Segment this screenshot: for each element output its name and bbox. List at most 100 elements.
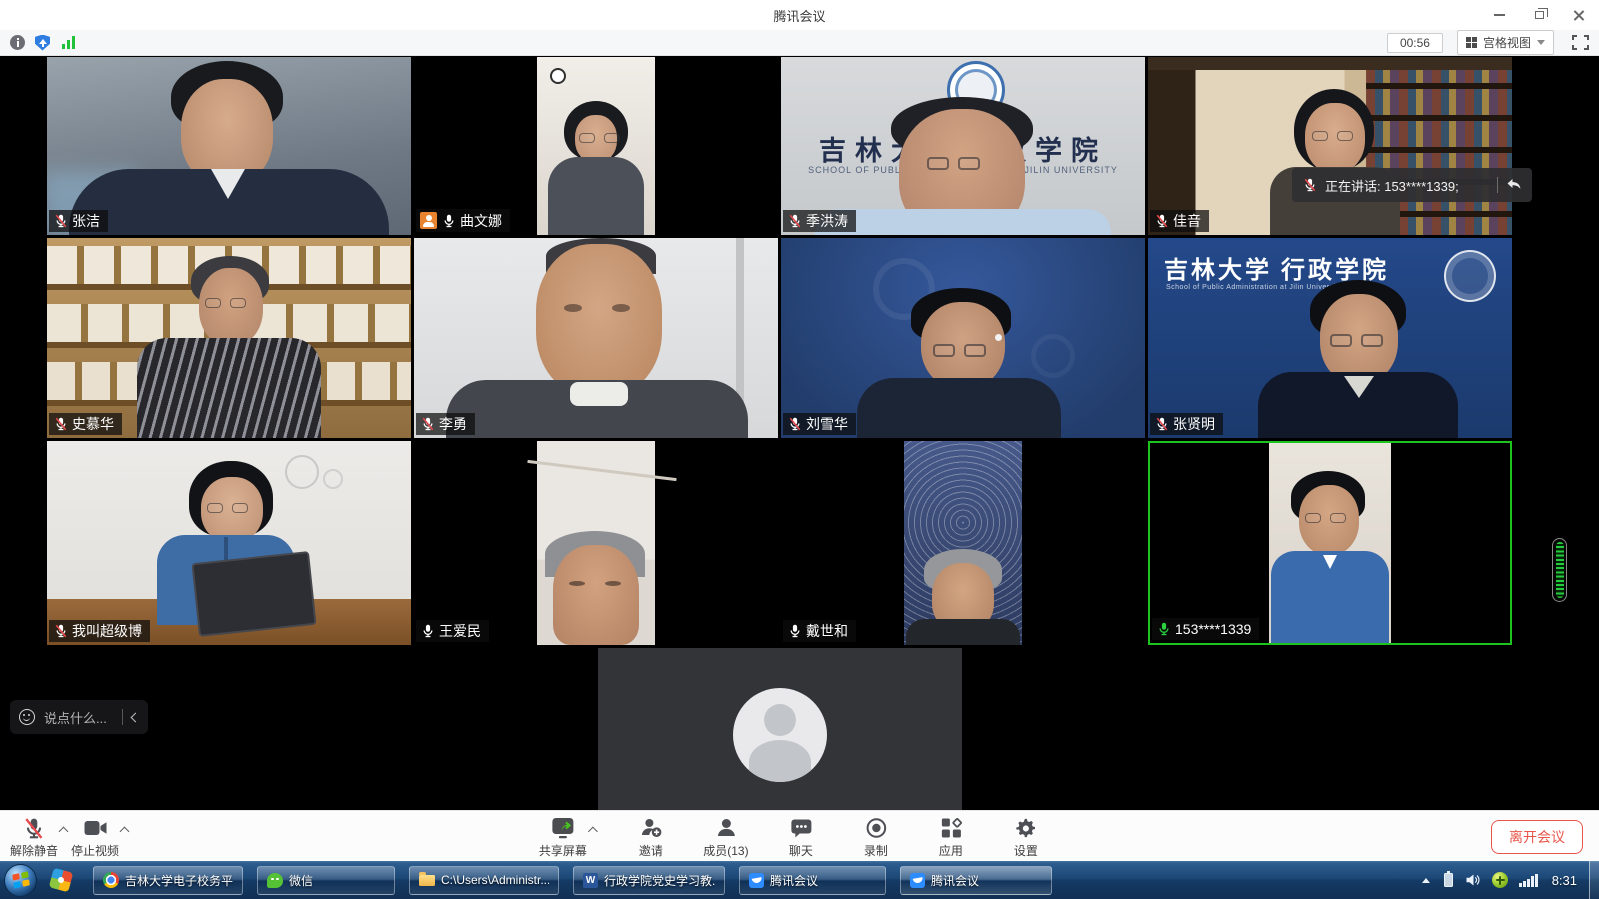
video-grid: 张洁 曲文娜 吉林大学行政学院 xyxy=(0,56,1599,810)
record-icon xyxy=(864,816,888,840)
mic-status-icon xyxy=(420,624,435,639)
reply-arrow-icon[interactable] xyxy=(1506,178,1522,192)
participant-video xyxy=(1150,443,1510,643)
mic-status-icon xyxy=(787,214,802,229)
chevron-down-icon xyxy=(1537,40,1545,45)
speaking-banner-text: 正在讲话: 153****1339; xyxy=(1325,176,1489,195)
tray-app-icon[interactable] xyxy=(1492,872,1508,888)
participant-tile[interactable]: 吉林大学行政学院 SCHOOL OF PUBLIC ADMINISTRATION… xyxy=(781,57,1145,235)
taskbar-clock[interactable]: 8:31 xyxy=(1552,873,1577,888)
tencent-meeting-icon xyxy=(749,873,764,888)
apps-icon xyxy=(939,816,963,840)
camera-icon xyxy=(83,816,108,840)
taskbar-button-wechat[interactable]: 微信 xyxy=(257,866,395,895)
share-options-chevron[interactable] xyxy=(587,827,597,837)
taskbar-button-explorer[interactable]: C:\Users\Administr... xyxy=(409,866,559,895)
chat-button[interactable]: 聊天 xyxy=(777,816,825,859)
microphone-muted-icon xyxy=(23,816,45,840)
participant-tile[interactable]: 刘雪华 xyxy=(781,238,1145,438)
minimize-button[interactable] xyxy=(1479,0,1519,30)
meeting-info-icon[interactable] xyxy=(10,35,25,50)
participant-tile[interactable]: 戴世和 xyxy=(781,441,1145,645)
invite-button[interactable]: 邀请 xyxy=(627,816,675,859)
participant-tile[interactable]: 我叫超级博 xyxy=(47,441,411,645)
participant-name: 我叫超级博 xyxy=(72,623,142,639)
mic-status-icon xyxy=(1154,417,1169,432)
security-shield-icon[interactable] xyxy=(35,35,50,51)
mic-options-chevron[interactable] xyxy=(59,827,69,837)
participant-video: 吉林大学 行政学院 School of Public Administratio… xyxy=(1148,238,1512,438)
layout-view-button[interactable]: 宫格视图 xyxy=(1457,30,1554,55)
participant-tile[interactable]: 史慕华 xyxy=(47,238,411,438)
participant-video-off xyxy=(598,648,962,810)
video-options-chevron[interactable] xyxy=(120,827,130,837)
mic-status-icon xyxy=(53,417,68,432)
members-button[interactable]: 成员(13) xyxy=(702,816,750,859)
participant-name-label: 曲文娜 xyxy=(416,209,510,232)
meeting-toolbar: 解除静音 停止视频 共享屏幕 xyxy=(0,810,1599,861)
stop-video-button[interactable]: 停止视频 xyxy=(71,816,119,859)
restore-button[interactable] xyxy=(1519,0,1559,30)
leave-meeting-button[interactable]: 离开会议 xyxy=(1491,820,1583,854)
volume-icon[interactable] xyxy=(1465,873,1481,887)
folder-icon xyxy=(419,875,435,886)
pinned-app-icon[interactable] xyxy=(49,868,73,892)
taskbar-button-meeting-1[interactable]: 腾讯会议 xyxy=(739,866,886,895)
participant-name-label: 我叫超级博 xyxy=(49,620,150,642)
participant-tile[interactable]: 李勇 xyxy=(414,238,778,438)
meeting-statusbar: 00:56 宫格视图 xyxy=(0,30,1599,56)
participant-video xyxy=(414,238,778,438)
members-icon xyxy=(714,816,738,840)
chat-input-placeholder[interactable]: 说点什么... xyxy=(44,708,113,727)
taskbar-button-browser[interactable]: 吉林大学电子校务平... xyxy=(93,866,243,895)
participant-tile-active-speaker[interactable]: 153****1339 xyxy=(1148,441,1512,645)
participant-name-label: 佳音 xyxy=(1150,210,1209,232)
mic-muted-icon[interactable] xyxy=(1302,178,1317,193)
participant-tile[interactable]: 佳音 xyxy=(1148,57,1512,235)
tencent-meeting-icon xyxy=(910,873,925,888)
wechat-icon xyxy=(267,873,283,888)
participant-video xyxy=(47,441,411,645)
unmute-button[interactable]: 解除静音 xyxy=(10,816,58,859)
participant-tile[interactable] xyxy=(598,648,962,810)
tencent-meeting-window: 腾讯会议 00:56 宫格视图 xyxy=(0,0,1599,899)
host-badge-icon xyxy=(420,212,437,229)
windows-start-button[interactable] xyxy=(4,864,37,897)
settings-button[interactable]: 设置 xyxy=(1002,816,1050,859)
hidden-icons-arrow[interactable] xyxy=(1422,878,1430,883)
fullscreen-button[interactable] xyxy=(1572,35,1589,50)
close-button[interactable] xyxy=(1559,0,1599,30)
apps-button[interactable]: 应用 xyxy=(927,816,975,859)
participant-name: 戴世和 xyxy=(806,623,848,639)
mic-status-icon xyxy=(787,417,802,432)
taskbar-button-word[interactable]: W 行政学院党史学习教... xyxy=(573,866,725,895)
battery-icon[interactable] xyxy=(1444,873,1453,887)
participant-tile[interactable]: 张洁 xyxy=(47,57,411,235)
quick-chat-bar[interactable]: 说点什么... xyxy=(10,700,148,734)
share-screen-button[interactable]: 共享屏幕 xyxy=(539,816,587,859)
meeting-timer: 00:56 xyxy=(1387,33,1443,53)
participant-name: 张贤明 xyxy=(1173,416,1215,432)
show-desktop-button[interactable] xyxy=(1589,861,1599,899)
collapse-chevron-icon[interactable] xyxy=(131,712,141,722)
network-signal-icon[interactable] xyxy=(1519,874,1538,887)
mic-status-icon xyxy=(441,213,456,228)
participant-name: 曲文娜 xyxy=(460,213,502,229)
chrome-icon xyxy=(103,872,119,888)
participant-name: 季洪涛 xyxy=(806,213,848,229)
participant-video: 吉林大学行政学院 SCHOOL OF PUBLIC ADMINISTRATION… xyxy=(781,57,1145,235)
record-button[interactable]: 录制 xyxy=(852,816,900,859)
titlebar: 腾讯会议 xyxy=(0,0,1599,30)
participant-tile[interactable]: 曲文娜 xyxy=(414,57,778,235)
network-quality-icon[interactable] xyxy=(62,36,75,49)
emoji-icon[interactable] xyxy=(19,709,35,725)
participant-name-label: 季洪涛 xyxy=(783,210,856,232)
participant-tile[interactable]: 吉林大学 行政学院 School of Public Administratio… xyxy=(1148,238,1512,438)
participant-tile[interactable]: 王爱民 xyxy=(414,441,778,645)
participant-name: 王爱民 xyxy=(439,623,481,639)
participant-name: 李勇 xyxy=(439,416,467,432)
participant-video xyxy=(781,441,1145,645)
audio-level-indicator xyxy=(1552,538,1567,602)
mic-status-icon xyxy=(1154,214,1169,229)
taskbar-button-meeting-2[interactable]: 腾讯会议 xyxy=(900,866,1052,895)
